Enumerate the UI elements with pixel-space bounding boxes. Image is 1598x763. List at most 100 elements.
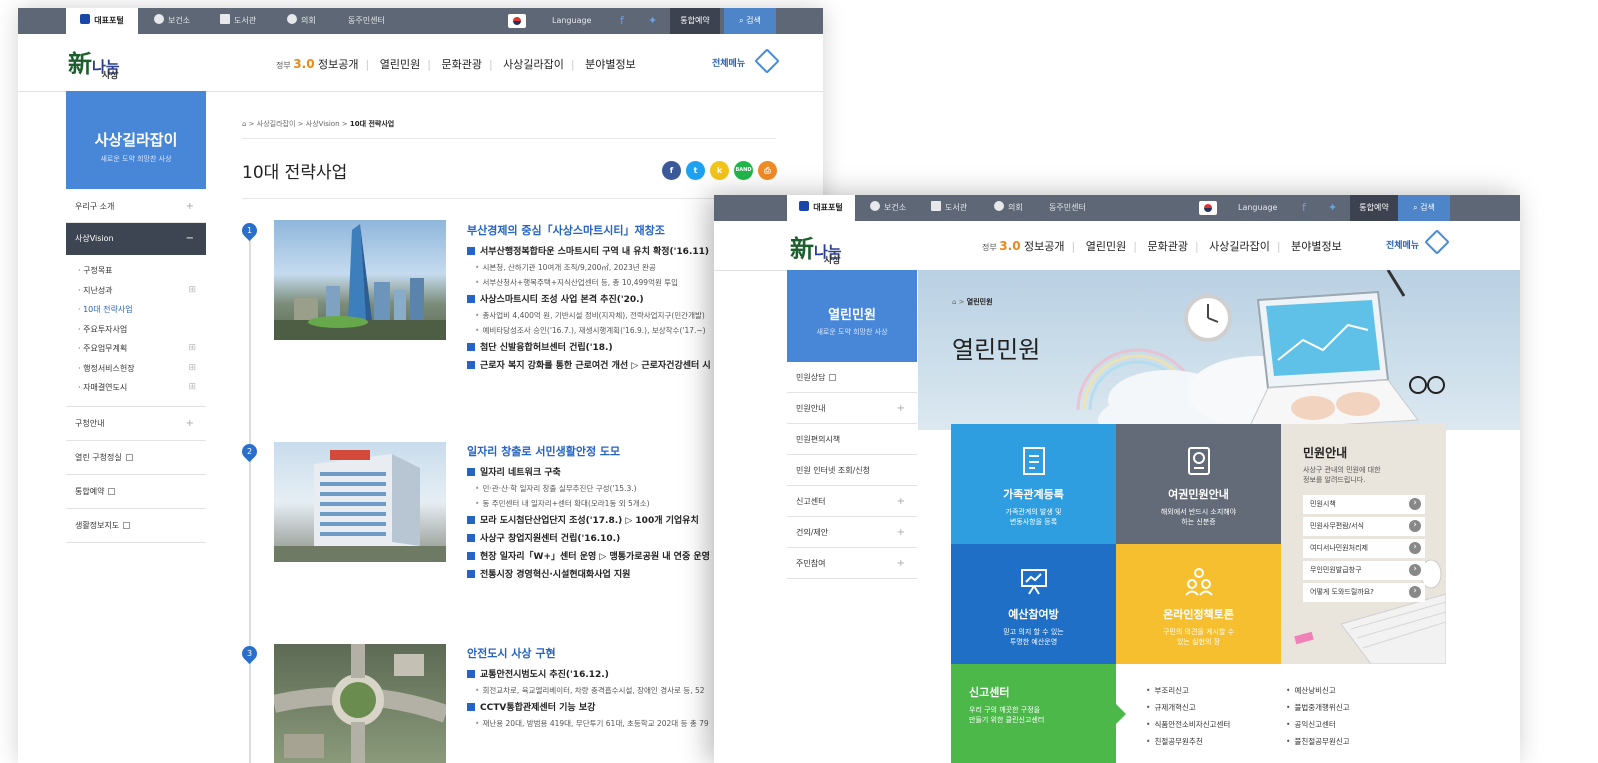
report-link[interactable]: 식품안전소비자신고센터	[1146, 716, 1230, 733]
nav-culture[interactable]: 문화관광	[1147, 240, 1187, 253]
search-button[interactable]: ⌕ 검색	[1398, 195, 1450, 221]
flag-icon	[1199, 195, 1217, 221]
lnb-item-consult[interactable]: 민원상담	[787, 362, 917, 393]
tile-passport[interactable]: 여권민원안내 해외에서 반드시 소지해야 하는 신분증	[1116, 424, 1281, 544]
nav-culture[interactable]: 문화관광	[441, 58, 481, 71]
lnb-sub-sister[interactable]: · 자매결연도시 ⊞	[78, 378, 206, 398]
lnb-item-report[interactable]: 신고센터 +	[787, 486, 917, 517]
detail: 재난용 20대, 방범용 419대, 무단투기 61대, 초등학교 202대 등…	[475, 718, 708, 729]
lnb-header: 사상길라잡이 새로운 도약 희망찬 사상	[66, 91, 206, 189]
kakao-share-icon[interactable]: k	[710, 161, 729, 180]
council-link[interactable]: 의회	[287, 8, 316, 34]
band-share-icon[interactable]: BAND	[734, 161, 753, 180]
council-link[interactable]: 의회	[994, 195, 1023, 221]
lnb-sub-goals[interactable]: · 구정목표	[78, 261, 206, 281]
health-icon	[154, 14, 164, 24]
twitter-share-icon[interactable]: t	[686, 161, 705, 180]
nav-fields[interactable]: 분야별정보	[585, 58, 636, 71]
lnb-sub-strategy[interactable]: · 10대 전략사업	[78, 300, 206, 320]
report-link[interactable]: 공익신고센터	[1286, 716, 1350, 733]
guide-link[interactable]: 여디서나민원처리제	[1303, 539, 1425, 558]
lnb-sub-results[interactable]: · 지난성과 ⊞	[78, 281, 206, 301]
bullet: 모라 도시첨단산업단지 조성('17.8.) ▷ 100개 기업유치	[467, 513, 710, 526]
community-link[interactable]: 동주민센터	[348, 8, 385, 34]
guide-link[interactable]: 민원시책	[1303, 495, 1425, 514]
health-link[interactable]: 보건소	[870, 195, 906, 221]
breadcrumb-item[interactable]: 사상길라잡이	[257, 120, 296, 128]
tile-budget[interactable]: 예산참여방 믿고 의지 할 수 있는 투명한 예산운영	[951, 544, 1116, 664]
detail: 시본청, 산하기관 10여개 조직/9,200㎡, 2023년 완공	[475, 262, 711, 273]
section-title: 안전도시 사상 구현	[467, 647, 556, 660]
twitter-icon[interactable]: ✦	[648, 8, 657, 34]
nav-guide[interactable]: 사상길라잡이	[1209, 240, 1270, 253]
lnb-item-reservation[interactable]: 통합예약	[66, 475, 206, 509]
lnb-item-suggest[interactable]: 건의/제안 +	[787, 517, 917, 548]
lnb-item-convenience[interactable]: 민원편의시책	[787, 424, 917, 455]
lnb-item-participate[interactable]: 주민참여 +	[787, 548, 917, 579]
arrow-icon	[1116, 704, 1126, 724]
nav-fields[interactable]: 분야별정보	[1291, 240, 1342, 253]
nav-info[interactable]: 정보공개	[318, 58, 358, 71]
bullet: 서부산행정복합타운 스마트시티 구역 내 유치 확정('16.11)	[467, 244, 711, 257]
print-icon[interactable]: ⎙	[758, 161, 777, 180]
reservation-button[interactable]: 통합예약	[670, 8, 720, 34]
nav-civil[interactable]: 열린민원	[1086, 240, 1126, 253]
nav-guide[interactable]: 사상길라잡이	[503, 58, 564, 71]
guide-link[interactable]: 무인민원발급창구	[1303, 561, 1425, 580]
lnb-sub-charter[interactable]: · 행정서비스헌장 ⊞	[78, 359, 206, 379]
health-link[interactable]: 보건소	[154, 8, 190, 34]
document-icon	[1022, 447, 1045, 475]
new-window-icon	[123, 521, 131, 529]
language-link[interactable]: Language	[552, 8, 591, 34]
report-link[interactable]: 불법중개행위신고	[1286, 699, 1349, 716]
facebook-icon[interactable]: f	[620, 8, 624, 34]
library-link[interactable]: 도서관	[931, 195, 967, 221]
lnb-item-open-office[interactable]: 열린 구청정실	[66, 441, 206, 475]
reservation-button[interactable]: 통합예약	[1350, 195, 1398, 221]
detail: 동 주민센터 내 일자리+센터 확대(모라1동 외 5개소)	[475, 498, 710, 509]
facebook-share-icon[interactable]: f	[662, 161, 681, 180]
lnb-item-guide[interactable]: 민원안내 +	[787, 393, 917, 424]
presentation-icon	[1020, 569, 1047, 595]
language-link[interactable]: Language	[1238, 195, 1277, 221]
home-icon[interactable]: ⌂	[242, 120, 246, 128]
logo[interactable]: 新나눔 사상	[790, 229, 842, 266]
nav-civil[interactable]: 열린민원	[380, 58, 420, 71]
layers-icon[interactable]	[1424, 229, 1450, 255]
lnb-item-online[interactable]: 민원 인터넷 조회/신청	[787, 455, 917, 486]
logo[interactable]: 新나눔 사상	[68, 44, 120, 81]
lnb-item-intro[interactable]: 우리구 소개 +	[66, 191, 206, 223]
report-link[interactable]: 규제개혁신고	[1146, 699, 1230, 716]
guide-title: 민원안내	[1303, 446, 1348, 460]
tile-policy-debate[interactable]: 온라인정책토론 구민의 의견을 게시할 수 있는 실현의 장	[1116, 544, 1281, 664]
lnb-sub-plan[interactable]: · 주요업무계획 ⊞	[78, 339, 206, 359]
all-menu-button[interactable]: 전체메뉴	[712, 56, 745, 69]
bullet: CCTV통합관제센터 기능 보강	[467, 700, 709, 713]
report-center-panel[interactable]: 신고센터 우리 구의 깨끗한 구정을 만들기 위한 클린신고센터	[951, 664, 1126, 763]
report-link[interactable]: 친절공무원추천	[1146, 733, 1230, 750]
search-button[interactable]: ⌕ 검색	[724, 8, 776, 34]
report-link[interactable]: 부조리신고	[1146, 682, 1230, 699]
lnb-item-map[interactable]: 생활정보지도	[66, 509, 206, 543]
breadcrumb-item[interactable]: 사상Vision	[306, 120, 340, 128]
report-link[interactable]: 예산낭비신고	[1286, 682, 1350, 699]
hero-visual: ⌂ > 열린민원 열린민원	[918, 270, 1520, 430]
community-link[interactable]: 동주민센터	[1049, 195, 1086, 221]
lnb-item-office[interactable]: 구청안내 +	[66, 407, 206, 441]
lnb-sub-invest[interactable]: · 주요투자사업	[78, 320, 206, 340]
lnb-item-vision[interactable]: 사상Vision −	[66, 223, 206, 255]
tile-family-registry[interactable]: 가족관계등록 가족관계의 발생 및 변동사항을 등록	[951, 424, 1116, 544]
report-link[interactable]: 불친절공무원신고	[1286, 733, 1349, 750]
nav-info[interactable]: 정보공개	[1024, 240, 1064, 253]
guide-link[interactable]: 민원사무편람/서식	[1303, 517, 1425, 536]
layers-icon[interactable]	[754, 48, 780, 74]
twitter-icon[interactable]: ✦	[1328, 195, 1337, 221]
guide-link[interactable]: 어떻게 도와드릴까요?	[1303, 583, 1425, 602]
portal-tab[interactable]: 대표포털	[66, 8, 138, 34]
facebook-icon[interactable]: f	[1302, 195, 1306, 221]
home-icon[interactable]: ⌂	[952, 298, 956, 306]
portal-tab[interactable]: 대표포털	[787, 195, 855, 221]
breadcrumb: ⌂ > 사상길라잡이 > 사상Vision > 10대 전략사업	[242, 120, 395, 128]
all-menu-button[interactable]: 전체메뉴	[1386, 238, 1419, 251]
library-link[interactable]: 도서관	[220, 8, 256, 34]
